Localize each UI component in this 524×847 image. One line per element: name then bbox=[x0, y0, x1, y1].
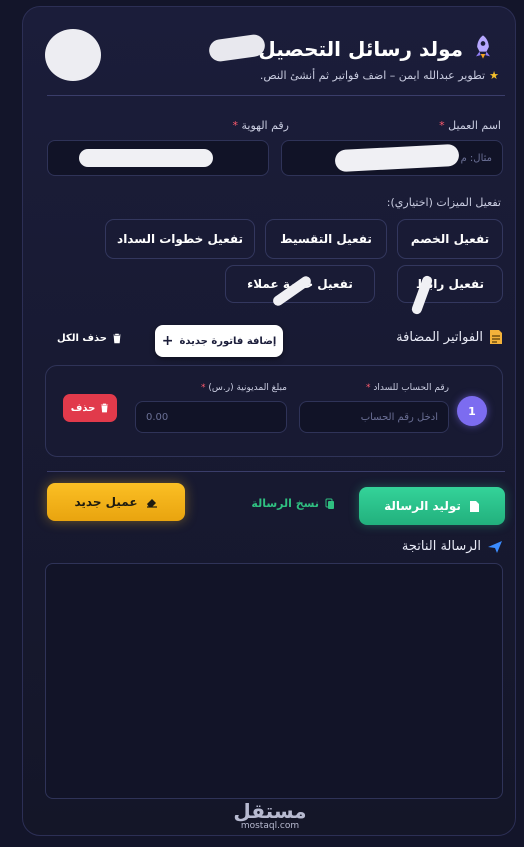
features-label: تفعيل الميزات (اختياري): bbox=[386, 196, 501, 209]
trash-icon bbox=[113, 333, 122, 344]
generator-card: مولد رسائل التحصيل – ★تطوير عبدالله ايمن… bbox=[22, 6, 516, 836]
account-number-label: رقم الحساب للسداد * bbox=[365, 383, 449, 393]
watermark-brand: مستقل bbox=[233, 799, 307, 823]
new-client-button[interactable]: عميل جديد bbox=[47, 483, 185, 521]
invoice-number-badge: 1 bbox=[457, 396, 487, 426]
account-number-input[interactable] bbox=[299, 401, 449, 433]
page-subtitle: ★تطوير عبدالله ايمن – اضف فواتير ثم أنشئ… bbox=[259, 69, 499, 82]
header-divider bbox=[47, 95, 505, 96]
page-title: مولد رسائل التحصيل – bbox=[241, 37, 463, 61]
id-number-label: رقم الهوية * bbox=[232, 119, 289, 132]
copy-message-button[interactable]: نسخ الرسالة bbox=[251, 497, 335, 510]
avatar bbox=[45, 29, 101, 81]
invoices-section-title: الفواتير المضافة bbox=[396, 329, 503, 345]
plus-icon: + bbox=[161, 333, 174, 349]
watermark-domain: mostaql.com bbox=[240, 821, 300, 831]
result-section-title: الرسالة الناتجة bbox=[402, 539, 503, 554]
result-textarea[interactable] bbox=[45, 563, 503, 799]
invoice-icon bbox=[490, 330, 502, 344]
amount-label: مبلغ المديونية (ر.س) * bbox=[201, 383, 287, 393]
redacted-mark bbox=[79, 149, 213, 167]
rocket-icon bbox=[476, 35, 490, 59]
add-invoice-button[interactable]: إضافة فاتورة جديدة + bbox=[155, 325, 283, 357]
toggle-payment-steps-button[interactable]: تفعيل خطوات السداد bbox=[105, 219, 255, 259]
send-icon bbox=[488, 540, 502, 553]
trash-icon bbox=[101, 403, 109, 413]
file-icon bbox=[469, 500, 479, 512]
star-icon: ★ bbox=[489, 69, 499, 82]
eraser-icon bbox=[146, 498, 157, 508]
client-name-label: اسم العميل * bbox=[439, 119, 501, 132]
amount-input[interactable] bbox=[135, 401, 287, 433]
section-divider bbox=[47, 471, 505, 472]
toggle-discount-button[interactable]: تفعيل الخصم bbox=[397, 219, 503, 259]
delete-invoice-button[interactable]: حذف bbox=[63, 394, 117, 422]
generate-message-button[interactable]: توليد الرسالة bbox=[359, 487, 505, 525]
delete-all-button[interactable]: حذف الكل bbox=[57, 333, 122, 344]
toggle-installment-button[interactable]: تفعيل التقسيط bbox=[265, 219, 387, 259]
toggle-link-button[interactable]: تفعيل رابط bbox=[397, 265, 503, 303]
copy-icon bbox=[325, 498, 334, 509]
